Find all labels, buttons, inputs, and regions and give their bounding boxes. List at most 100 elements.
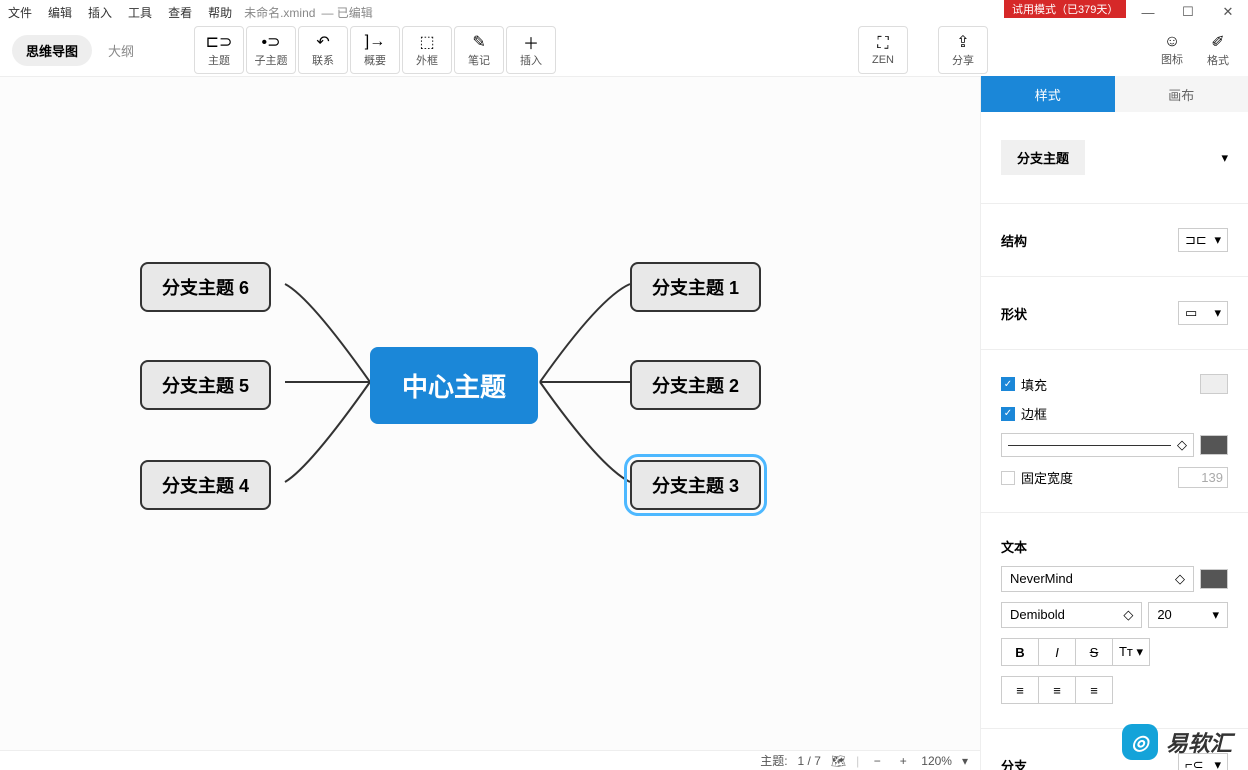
- insert-button[interactable]: ＋插入: [506, 26, 556, 74]
- map-icon[interactable]: 🗺: [831, 754, 846, 768]
- zoom-level[interactable]: 120%: [921, 754, 952, 768]
- italic-button[interactable]: I: [1038, 638, 1076, 666]
- boundary-label: 外框: [416, 52, 438, 68]
- subtopic-icon: •⊃: [262, 32, 281, 52]
- font-family-select[interactable]: NeverMind◇: [1001, 566, 1194, 592]
- border-line-select[interactable]: ◇: [1001, 433, 1194, 457]
- branch-topic-5[interactable]: 分支主题 5: [140, 360, 271, 410]
- menu-view[interactable]: 查看: [160, 4, 200, 21]
- bold-button[interactable]: B: [1001, 638, 1039, 666]
- statusbar: 主题: 1 / 7 🗺 | − + 120% ▾: [0, 750, 980, 770]
- summary-label: 概要: [364, 52, 386, 68]
- zoom-out-button[interactable]: −: [869, 754, 885, 768]
- smiley-icon: ☺: [1164, 33, 1180, 51]
- relation-icon: ↶: [316, 32, 329, 52]
- center-topic[interactable]: 中心主题: [370, 347, 538, 424]
- textcase-button[interactable]: Tᴛ ▾: [1112, 638, 1150, 666]
- relation-label: 联系: [312, 52, 334, 68]
- note-button[interactable]: ✎笔记: [454, 26, 504, 74]
- view-mindmap[interactable]: 思维导图: [12, 35, 92, 66]
- text-section-label: 文本: [1001, 537, 1027, 556]
- share-label: 分享: [952, 52, 974, 68]
- font-size-value: 20: [1157, 607, 1171, 623]
- strike-button[interactable]: S: [1075, 638, 1113, 666]
- fixed-width-label: 固定宽度: [1021, 468, 1073, 487]
- menu-tools[interactable]: 工具: [120, 4, 160, 21]
- zen-label: ZEN: [872, 54, 894, 66]
- structure-icon: ⊐⊏: [1185, 232, 1207, 248]
- fill-color-swatch[interactable]: [1200, 374, 1228, 394]
- fixed-width-checkbox[interactable]: [1001, 471, 1015, 485]
- align-left-button[interactable]: ≡: [1001, 676, 1039, 704]
- insert-label: 插入: [520, 52, 542, 68]
- menu-help[interactable]: 帮助: [200, 4, 240, 21]
- titlebar: 文件 编辑 插入 工具 查看 帮助 未命名.xmind — 已编辑 试用模式（已…: [0, 0, 1248, 24]
- trial-badge: 试用模式（已379天）: [1004, 0, 1126, 18]
- width-input[interactable]: 139: [1178, 467, 1228, 488]
- format-button[interactable]: ✐格式: [1198, 26, 1238, 74]
- branch-topic-4[interactable]: 分支主题 4: [140, 460, 271, 510]
- structure-label: 结构: [1001, 231, 1027, 250]
- share-icon: ⇪: [956, 32, 969, 52]
- branch-topic-1[interactable]: 分支主题 1: [630, 262, 761, 312]
- format-label: 格式: [1207, 52, 1229, 68]
- menu-file[interactable]: 文件: [0, 4, 40, 21]
- maximize-button[interactable]: ☐: [1168, 0, 1208, 24]
- toolbar: 思维导图 大纲 ⊏⊃主题 •⊃子主题 ↶联系 ]→概要 ⬚外框 ✎笔记 ＋插入 …: [0, 24, 1248, 76]
- font-size-select[interactable]: 20▾: [1148, 602, 1228, 628]
- font-family-value: NeverMind: [1010, 571, 1073, 587]
- align-right-button[interactable]: ≡: [1075, 676, 1113, 704]
- workspace[interactable]: 中心主题 分支主题 1 分支主题 2 分支主题 3 分支主题 4 分支主题 5 …: [0, 76, 980, 750]
- file-status: — 已编辑: [321, 4, 372, 21]
- branch-topic-6[interactable]: 分支主题 6: [140, 262, 271, 312]
- watermark-text: 易软汇: [1166, 726, 1232, 758]
- zen-button[interactable]: ⛶ZEN: [858, 26, 908, 74]
- caret-down-icon[interactable]: ▾: [1221, 150, 1228, 166]
- view-outline[interactable]: 大纲: [108, 41, 134, 60]
- close-button[interactable]: ✕: [1208, 0, 1248, 24]
- shape-select[interactable]: ▭▾: [1178, 301, 1228, 325]
- font-weight-value: Demibold: [1010, 607, 1065, 623]
- relation-button[interactable]: ↶联系: [298, 26, 348, 74]
- branch-section-label: 分支: [1001, 756, 1027, 770]
- branch-topic-3[interactable]: 分支主题 3: [630, 460, 761, 510]
- subtopic-label: 子主题: [255, 52, 288, 68]
- shape-label: 形状: [1001, 304, 1027, 323]
- border-checkbox[interactable]: ✓: [1001, 407, 1015, 421]
- summary-icon: ]→: [365, 32, 385, 52]
- icons-button[interactable]: ☺图标: [1152, 26, 1192, 74]
- structure-select[interactable]: ⊐⊏▾: [1178, 228, 1228, 252]
- sidepanel: 样式 画布 分支主题 ▾ 结构 ⊐⊏▾ 形状 ▭▾ ✓填充 ✓边框 ◇ 固定宽度: [980, 76, 1248, 770]
- subtopic-button[interactable]: •⊃子主题: [246, 26, 296, 74]
- menu-insert[interactable]: 插入: [80, 4, 120, 21]
- tab-style[interactable]: 样式: [981, 76, 1115, 112]
- insert-icon: ＋: [523, 32, 539, 52]
- shape-icon: ▭: [1185, 305, 1197, 321]
- brush-icon: ✐: [1211, 32, 1224, 52]
- topic-button[interactable]: ⊏⊃主题: [194, 26, 244, 74]
- zen-icon: ⛶: [877, 34, 888, 54]
- share-button[interactable]: ⇪分享: [938, 26, 988, 74]
- watermark-logo: ◎ 易软汇: [1122, 724, 1232, 760]
- boundary-button[interactable]: ⬚外框: [402, 26, 452, 74]
- border-color-swatch[interactable]: [1200, 435, 1228, 455]
- minimize-button[interactable]: —: [1128, 0, 1168, 24]
- font-weight-select[interactable]: Demibold◇: [1001, 602, 1142, 628]
- menu-edit[interactable]: 编辑: [40, 4, 80, 21]
- canvas[interactable]: 中心主题 分支主题 1 分支主题 2 分支主题 3 分支主题 4 分支主题 5 …: [0, 77, 980, 750]
- zoom-in-button[interactable]: +: [895, 754, 911, 768]
- window-controls: — ☐ ✕: [1128, 0, 1248, 24]
- topic-type-select[interactable]: 分支主题: [1001, 140, 1085, 175]
- topic-icon: ⊏⊃: [206, 32, 233, 52]
- watermark-icon: ◎: [1122, 724, 1158, 760]
- text-color-swatch[interactable]: [1200, 569, 1228, 589]
- align-center-button[interactable]: ≡: [1038, 676, 1076, 704]
- tab-canvas[interactable]: 画布: [1115, 76, 1248, 112]
- topic-count-label: 主题:: [760, 752, 787, 769]
- branch-topic-2[interactable]: 分支主题 2: [630, 360, 761, 410]
- fill-label: 填充: [1021, 375, 1047, 394]
- summary-button[interactable]: ]→概要: [350, 26, 400, 74]
- topic-label: 主题: [208, 52, 230, 68]
- chevron-down-icon[interactable]: ▾: [962, 754, 968, 768]
- fill-checkbox[interactable]: ✓: [1001, 377, 1015, 391]
